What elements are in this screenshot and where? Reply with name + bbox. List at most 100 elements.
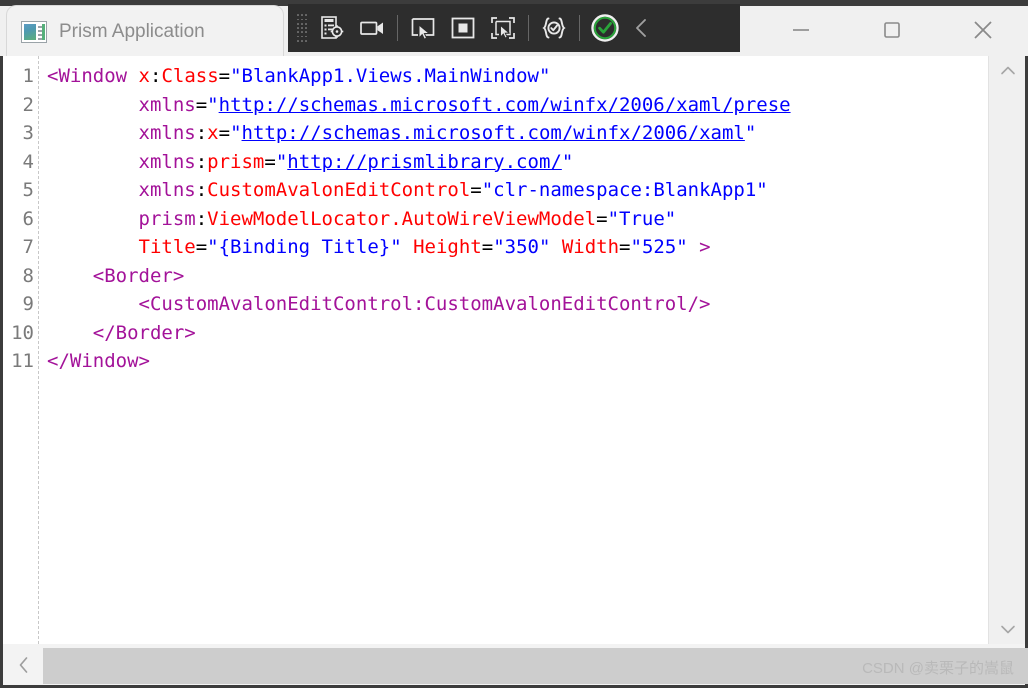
code-token-punct: =: [596, 207, 608, 230]
code-line[interactable]: <CustomAvalonEditControl:CustomAvalonEdi…: [47, 290, 991, 319]
code-token-val: "{Binding Title}": [207, 236, 402, 258]
code-token-attr: prism: [207, 150, 265, 173]
code-line[interactable]: prism:ViewModelLocator.AutoWireViewModel…: [47, 205, 991, 234]
line-number: 11: [11, 350, 34, 372]
code-token-val: "350": [493, 236, 551, 258]
code-token-attr: Width: [561, 236, 620, 258]
app-icon-panel: [24, 24, 36, 40]
code-token-val: "clr-namespace:BlankApp1": [481, 179, 768, 201]
app-title-tab[interactable]: Prism Application: [6, 5, 284, 58]
code-token-punct: :: [149, 65, 162, 87]
code-line[interactable]: </Border>: [47, 319, 991, 348]
code-token-punct: :: [195, 150, 208, 173]
select-element-icon[interactable]: [403, 7, 443, 49]
code-token-ns: xmlns: [138, 150, 196, 173]
line-number: 4: [22, 150, 34, 173]
record-icon[interactable]: [352, 7, 392, 49]
code-token-punct: :: [195, 122, 208, 144]
code-token-punct: =: [195, 236, 208, 258]
close-button[interactable]: [937, 4, 1028, 56]
code-line[interactable]: xmlns="http://schemas.microsoft.com/winf…: [47, 91, 991, 120]
scroll-up-arrow[interactable]: [989, 56, 1026, 86]
code-line[interactable]: xmlns:prism="http://prismlibrary.com/": [47, 148, 991, 177]
code-token-punct: =: [481, 236, 494, 258]
code-token-ns: xmlns: [138, 179, 196, 201]
application-window: Prism Application 1 2 3 4 5 6 7 8 9 10 1…: [0, 0, 1028, 688]
code-line[interactable]: <Border>: [47, 262, 991, 291]
title-bar: Prism Application: [0, 0, 1028, 58]
code-line[interactable]: xmlns:CustomAvalonEditControl="clr-names…: [47, 176, 991, 205]
code-token-attr: x: [138, 65, 150, 87]
line-number: 1: [22, 65, 34, 87]
code-token-link: http://prismlibrary.com/: [287, 150, 562, 173]
line-number: 9: [22, 293, 34, 315]
code-token-val: "True": [607, 207, 677, 230]
code-token-link: http://schemas.microsoft.com/winfx/2006/…: [241, 122, 745, 144]
line-number: 6: [22, 207, 34, 230]
code-line[interactable]: Title="{Binding Title}" Height="350" Wid…: [47, 233, 991, 262]
code-lines[interactable]: <Window x:Class="BlankApp1.Views.MainWin…: [47, 56, 991, 644]
code-token-val: ": [744, 122, 757, 144]
horizontal-scroll-thumb[interactable]: [43, 648, 1028, 684]
track-focused-element-icon[interactable]: [483, 7, 523, 49]
hot-reload-status-ok-icon[interactable]: [585, 7, 625, 49]
go-to-live-visual-tree-icon[interactable]: [312, 7, 352, 49]
line-number: 2: [22, 93, 34, 116]
app-icon-accent: [42, 24, 45, 40]
code-token-tag: <Window: [47, 65, 128, 87]
code-token-punct: =: [619, 236, 631, 258]
drag-grip[interactable]: [292, 11, 312, 45]
code-token-val: ": [207, 93, 219, 116]
code-token-val: "BlankApp1.Views.MainWindow": [230, 65, 551, 87]
code-area[interactable]: 1 2 3 4 5 6 7 8 9 10 11 <Window x:Class="BlankApp1…: [3, 56, 991, 644]
code-token-attr: Height: [413, 236, 482, 258]
code-line[interactable]: </Window>: [47, 347, 991, 376]
display-layout-adorners-icon[interactable]: [443, 7, 483, 49]
code-token-tag: <CustomAvalonEditControl:CustomAvalonEdi…: [138, 293, 711, 315]
code-token-attr: x: [207, 122, 219, 144]
xaml-code-editor[interactable]: 1 2 3 4 5 6 7 8 9 10 11 <Window x:Class="BlankApp1…: [0, 56, 1028, 644]
scroll-left-arrow[interactable]: [6, 646, 42, 684]
line-number: 7: [22, 236, 34, 258]
collapse-toolbar-chevron[interactable]: [625, 7, 659, 49]
vertical-scrollbar[interactable]: [988, 56, 1025, 644]
minimize-button[interactable]: [755, 4, 846, 56]
scroll-down-arrow[interactable]: [989, 614, 1026, 644]
window-controls: [755, 4, 1028, 56]
line-number: 5: [22, 179, 34, 201]
code-line[interactable]: xmlns:x="http://schemas.microsoft.com/wi…: [47, 119, 991, 148]
vertical-scroll-thumb[interactable]: [993, 88, 1022, 566]
line-number-gutter: 1 2 3 4 5 6 7 8 9 10 11: [3, 56, 39, 644]
code-token-val: ": [561, 150, 574, 173]
code-token-punct: :: [195, 207, 208, 230]
code-token-val: ": [275, 150, 288, 173]
application-window-icon: [21, 21, 47, 43]
code-token-link: http://schemas.microsoft.com/winfx/2006/…: [218, 93, 791, 116]
maximize-button[interactable]: [846, 4, 937, 56]
app-title-text: Prism Application: [59, 21, 205, 42]
code-token-ns: xmlns: [138, 122, 196, 144]
code-token-val: ": [230, 122, 242, 144]
code-token-punct: :: [195, 179, 208, 201]
xaml-hot-reload-icon[interactable]: [534, 7, 574, 49]
code-token-tag: >: [699, 236, 711, 258]
code-token-attr: CustomAvalonEditControl: [207, 179, 471, 201]
horizontal-scrollbar[interactable]: [0, 644, 1028, 688]
code-token-tag: <Border>: [92, 264, 185, 287]
code-line[interactable]: <Window x:Class="BlankApp1.Views.MainWin…: [47, 62, 991, 91]
toolbar-separator: [579, 15, 580, 41]
code-token-punct: =: [218, 122, 231, 144]
code-token-punct: =: [470, 179, 482, 201]
